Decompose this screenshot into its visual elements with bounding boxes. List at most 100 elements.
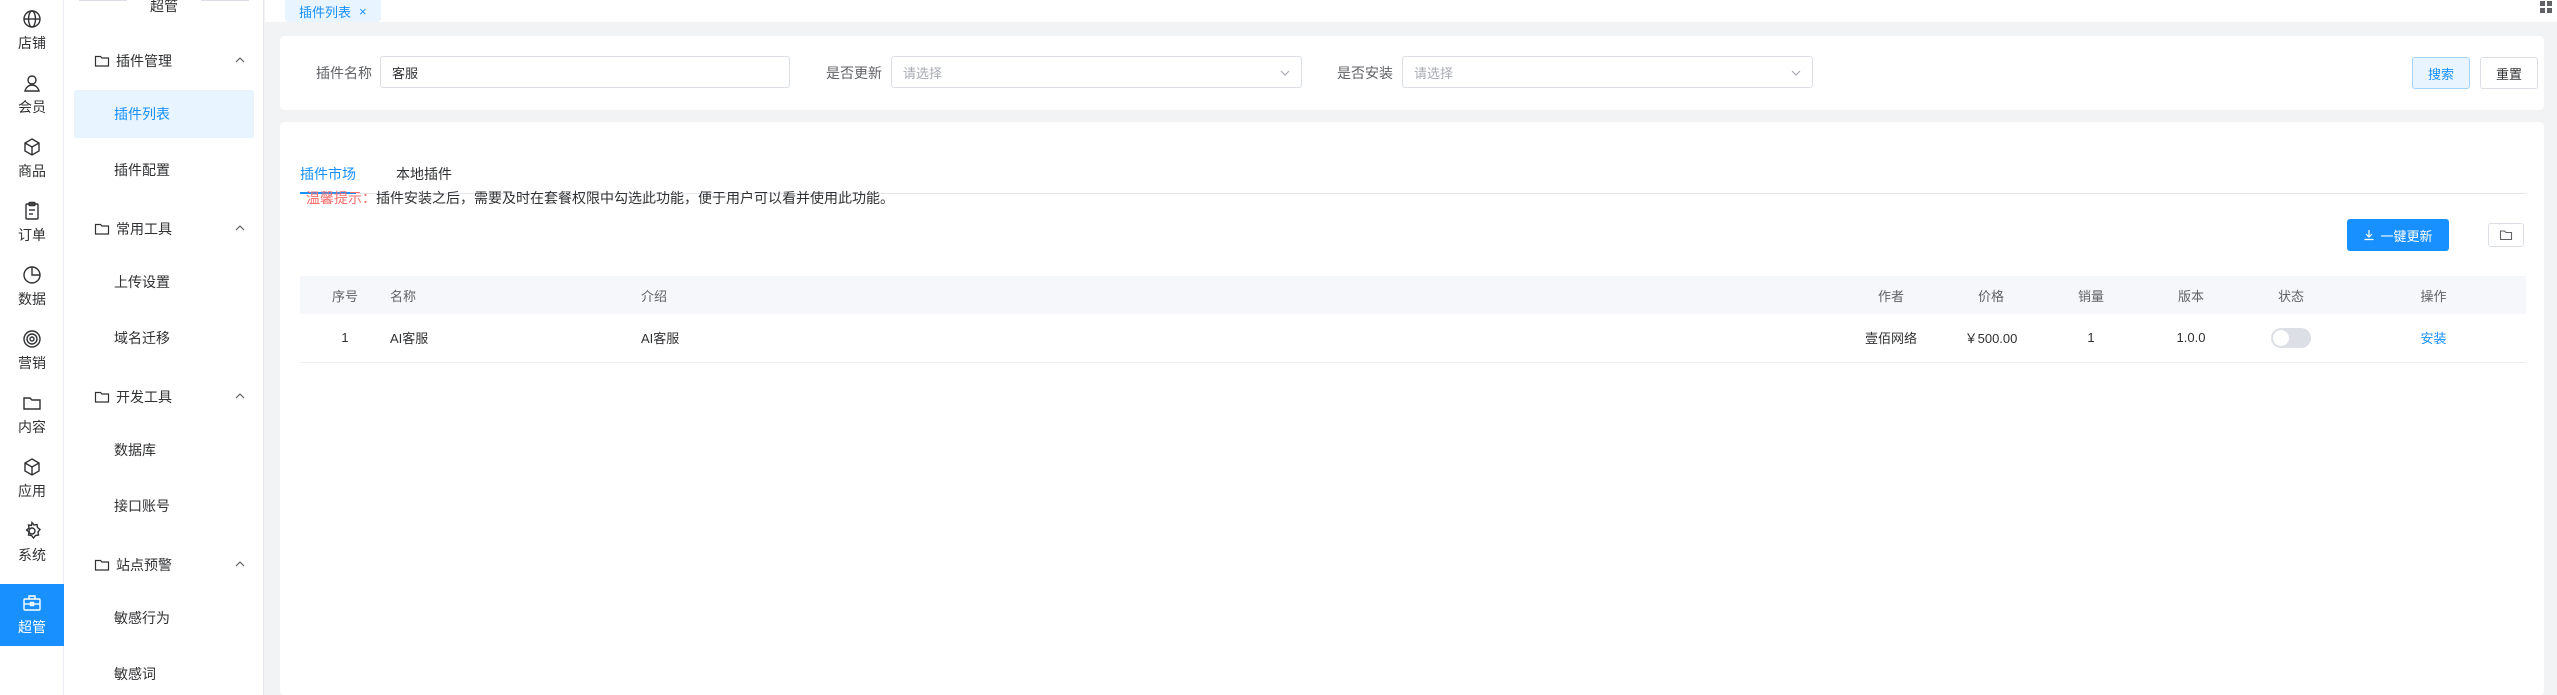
menu-item-database[interactable]: 数据库	[74, 426, 254, 474]
menu-group-plugin-manage[interactable]: 插件管理	[64, 41, 264, 81]
rail-item-data[interactable]: 数据	[0, 256, 64, 318]
install-link[interactable]: 安装	[2420, 331, 2446, 346]
col-header-author: 作者	[1877, 288, 1904, 304]
table-header-row: 序号 名称 介绍 作者 价格 销量 版本 状态 操作	[300, 276, 2526, 314]
status-toggle[interactable]	[2271, 327, 2311, 348]
divider	[79, 0, 127, 1]
menu-item-sensitive-behavior[interactable]: 敏感行为	[74, 594, 254, 642]
rail-item-content[interactable]: 内容	[0, 384, 64, 446]
box-icon	[24, 138, 40, 156]
menu-item-upload-settings[interactable]: 上传设置	[74, 258, 254, 306]
folder-icon	[2499, 230, 2513, 241]
folder-icon	[94, 559, 110, 571]
rail-label: 商品	[18, 163, 46, 179]
one-click-update-button[interactable]: 一键更新	[2347, 219, 2449, 251]
cell-status	[2241, 314, 2341, 362]
update-button-label: 一键更新	[2380, 228, 2433, 244]
chevron-up-icon	[235, 561, 245, 567]
search-button[interactable]: 搜索	[2412, 57, 2470, 89]
col-header-name: 名称	[390, 288, 417, 304]
tip-prefix: 温馨提示：	[306, 190, 376, 206]
is-update-placeholder: 请选择	[903, 65, 943, 81]
secondary-menu: 超管 插件管理 插件列表 插件配置 常用工具 上传设置 域名迁移 开发工具 数据…	[64, 0, 264, 695]
chevron-up-icon	[235, 57, 245, 63]
plugin-table: 序号 名称 介绍 作者 价格 销量 版本 状态 操作 1 AI客服 AI客服 壹…	[300, 276, 2526, 363]
rail-item-order[interactable]: 订单	[0, 192, 64, 254]
toolbox-icon	[23, 595, 41, 611]
pie-chart-icon	[23, 266, 41, 284]
chevron-up-icon	[235, 225, 245, 231]
rail-item-shop[interactable]: 店铺	[0, 0, 64, 62]
menu-item-sensitive-words[interactable]: 敏感词	[74, 650, 254, 695]
chevron-down-icon	[1791, 70, 1801, 76]
user-icon	[24, 75, 40, 92]
folder-icon	[94, 223, 110, 235]
open-folder-button[interactable]	[2488, 223, 2524, 247]
menu-group-label: 插件管理	[116, 53, 172, 69]
rail-label: 订单	[18, 227, 46, 243]
rail-item-marketing[interactable]: 营销	[0, 320, 64, 382]
rail-item-superadmin[interactable]: 超管	[0, 584, 64, 646]
menu-title-text: 超管	[150, 0, 178, 14]
tab-plugin-list[interactable]: 插件列表 ×	[285, 0, 381, 22]
target-icon	[23, 330, 41, 348]
tip-text: 插件安装之后，需要及时在套餐权限中勾选此功能，便于用户可以看并使用此功能。	[376, 190, 894, 206]
cube-icon	[24, 458, 40, 476]
cell-sales: 1	[2087, 330, 2095, 346]
is-update-label: 是否更新	[826, 65, 882, 81]
menu-item-plugin-list[interactable]: 插件列表	[74, 90, 254, 138]
table-row: 1 AI客服 AI客服 壹佰网络 ￥500.00 1 1.0.0 安装	[300, 314, 2526, 362]
col-header-action: 操作	[2420, 288, 2447, 304]
rail-label: 店铺	[18, 35, 46, 51]
cell-action: 安装	[2341, 314, 2526, 362]
menu-group-label: 站点预警	[116, 557, 172, 573]
menu-group-label: 常用工具	[116, 221, 172, 237]
folder-icon	[94, 55, 110, 67]
rail-item-apps[interactable]: 应用	[0, 448, 64, 510]
rail-label: 营销	[18, 355, 46, 371]
is-update-select[interactable]: 请选择	[891, 56, 1302, 88]
menu-group-common-tools[interactable]: 常用工具	[64, 209, 264, 249]
install-tip: 温馨提示：插件安装之后，需要及时在套餐权限中勾选此功能，便于用户可以看并使用此功…	[306, 188, 894, 208]
globe-icon	[23, 10, 41, 28]
menu-item-domain-migrate[interactable]: 域名迁移	[74, 314, 254, 362]
is-installed-label: 是否安装	[1337, 65, 1393, 81]
col-header-version: 版本	[2177, 288, 2204, 304]
plugin-name-input[interactable]: 客服	[380, 56, 790, 88]
is-installed-select[interactable]: 请选择	[1402, 56, 1813, 88]
chevron-up-icon	[235, 393, 245, 399]
cell-no: 1	[341, 330, 349, 346]
rail-label: 系统	[18, 547, 46, 563]
plugin-name-label: 插件名称	[316, 65, 372, 81]
divider	[201, 0, 249, 1]
cell-intro: AI客服	[641, 331, 680, 347]
rail-label: 内容	[18, 419, 46, 435]
folder-icon	[94, 391, 110, 403]
folder-icon	[23, 397, 41, 410]
menu-title: 超管	[64, 0, 264, 18]
rail-label: 应用	[18, 483, 46, 499]
gear-icon	[25, 521, 41, 540]
download-icon	[2364, 230, 2374, 241]
menu-group-dev-tools[interactable]: 开发工具	[64, 377, 264, 417]
rail-item-system[interactable]: 系统	[0, 512, 64, 574]
col-header-intro: 介绍	[641, 288, 668, 304]
cell-author: 壹佰网络	[1864, 331, 1917, 347]
menu-group-site-alert[interactable]: 站点预警	[64, 545, 264, 585]
plugin-name-value: 客服	[392, 65, 419, 81]
cell-price: ￥500.00	[1964, 331, 2018, 347]
col-header-status: 状态	[2277, 288, 2304, 304]
menu-item-api-account[interactable]: 接口账号	[74, 482, 254, 530]
close-icon[interactable]: ×	[359, 4, 367, 19]
menu-group-label: 开发工具	[116, 389, 172, 405]
rail-label: 超管	[18, 619, 46, 635]
col-header-price: 价格	[1977, 288, 2004, 304]
grid-icon[interactable]	[2539, 0, 2553, 14]
menu-item-plugin-config[interactable]: 插件配置	[74, 146, 254, 194]
chevron-down-icon	[1280, 70, 1290, 76]
toggle-knob	[2273, 329, 2289, 346]
rail-item-goods[interactable]: 商品	[0, 128, 64, 190]
is-installed-placeholder: 请选择	[1414, 65, 1454, 81]
reset-button[interactable]: 重置	[2480, 57, 2538, 89]
rail-item-member[interactable]: 会员	[0, 64, 64, 126]
